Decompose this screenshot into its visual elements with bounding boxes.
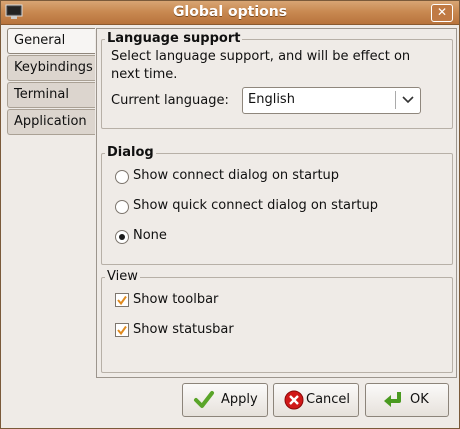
title-bar[interactable]: Global options ✕: [1, 1, 459, 25]
apply-button[interactable]: Apply: [182, 383, 268, 417]
tab-general[interactable]: General: [7, 28, 95, 54]
radio-quick-connect-dialog-label[interactable]: Show quick connect dialog on startup: [133, 198, 378, 213]
radio-connect-dialog-label[interactable]: Show connect dialog on startup: [133, 168, 339, 183]
cancel-icon: [284, 390, 304, 410]
language-description-line2: next time.: [111, 67, 178, 82]
tab-application[interactable]: Application: [7, 109, 95, 135]
tab-terminal[interactable]: Terminal: [7, 82, 95, 108]
show-toolbar-checkbox[interactable]: [115, 293, 129, 307]
radio-none-label[interactable]: None: [133, 228, 167, 243]
dialog-heading: Dialog: [105, 145, 156, 160]
show-statusbar-label[interactable]: Show statusbar: [133, 322, 234, 337]
checkmark-icon: [194, 391, 214, 408]
cancel-button-label: Cancel: [306, 392, 351, 407]
radio-quick-connect-dialog[interactable]: [115, 200, 129, 214]
language-support-heading: Language support: [105, 31, 243, 46]
apply-button-label: Apply: [221, 392, 258, 407]
cancel-button[interactable]: Cancel: [273, 383, 359, 417]
language-combobox[interactable]: English: [242, 87, 421, 114]
show-statusbar-checkbox[interactable]: [115, 323, 129, 337]
current-language-label: Current language:: [111, 93, 229, 108]
checkmark-icon: [117, 325, 127, 336]
combobox-separator: [395, 91, 396, 109]
chevron-down-icon: [402, 96, 414, 104]
close-icon[interactable]: ✕: [431, 4, 453, 22]
radio-none[interactable]: [115, 230, 129, 244]
enter-arrow-icon: [384, 392, 401, 407]
ok-button[interactable]: OK: [365, 383, 449, 417]
checkmark-icon: [117, 295, 127, 306]
window-title: Global options: [172, 4, 288, 20]
language-combobox-value: English: [248, 92, 295, 107]
view-heading: View: [105, 269, 140, 284]
show-toolbar-label[interactable]: Show toolbar: [133, 292, 218, 307]
radio-connect-dialog[interactable]: [115, 170, 129, 184]
global-options-window: Global options ✕ General Keybindings Ter…: [0, 0, 460, 429]
general-page: Language support Select language support…: [96, 28, 457, 378]
tab-list: General Keybindings Terminal Application: [7, 28, 95, 136]
tab-keybindings[interactable]: Keybindings: [7, 55, 95, 81]
language-description-line1: Select language support, and will be eff…: [111, 49, 411, 64]
ok-button-label: OK: [410, 392, 429, 407]
